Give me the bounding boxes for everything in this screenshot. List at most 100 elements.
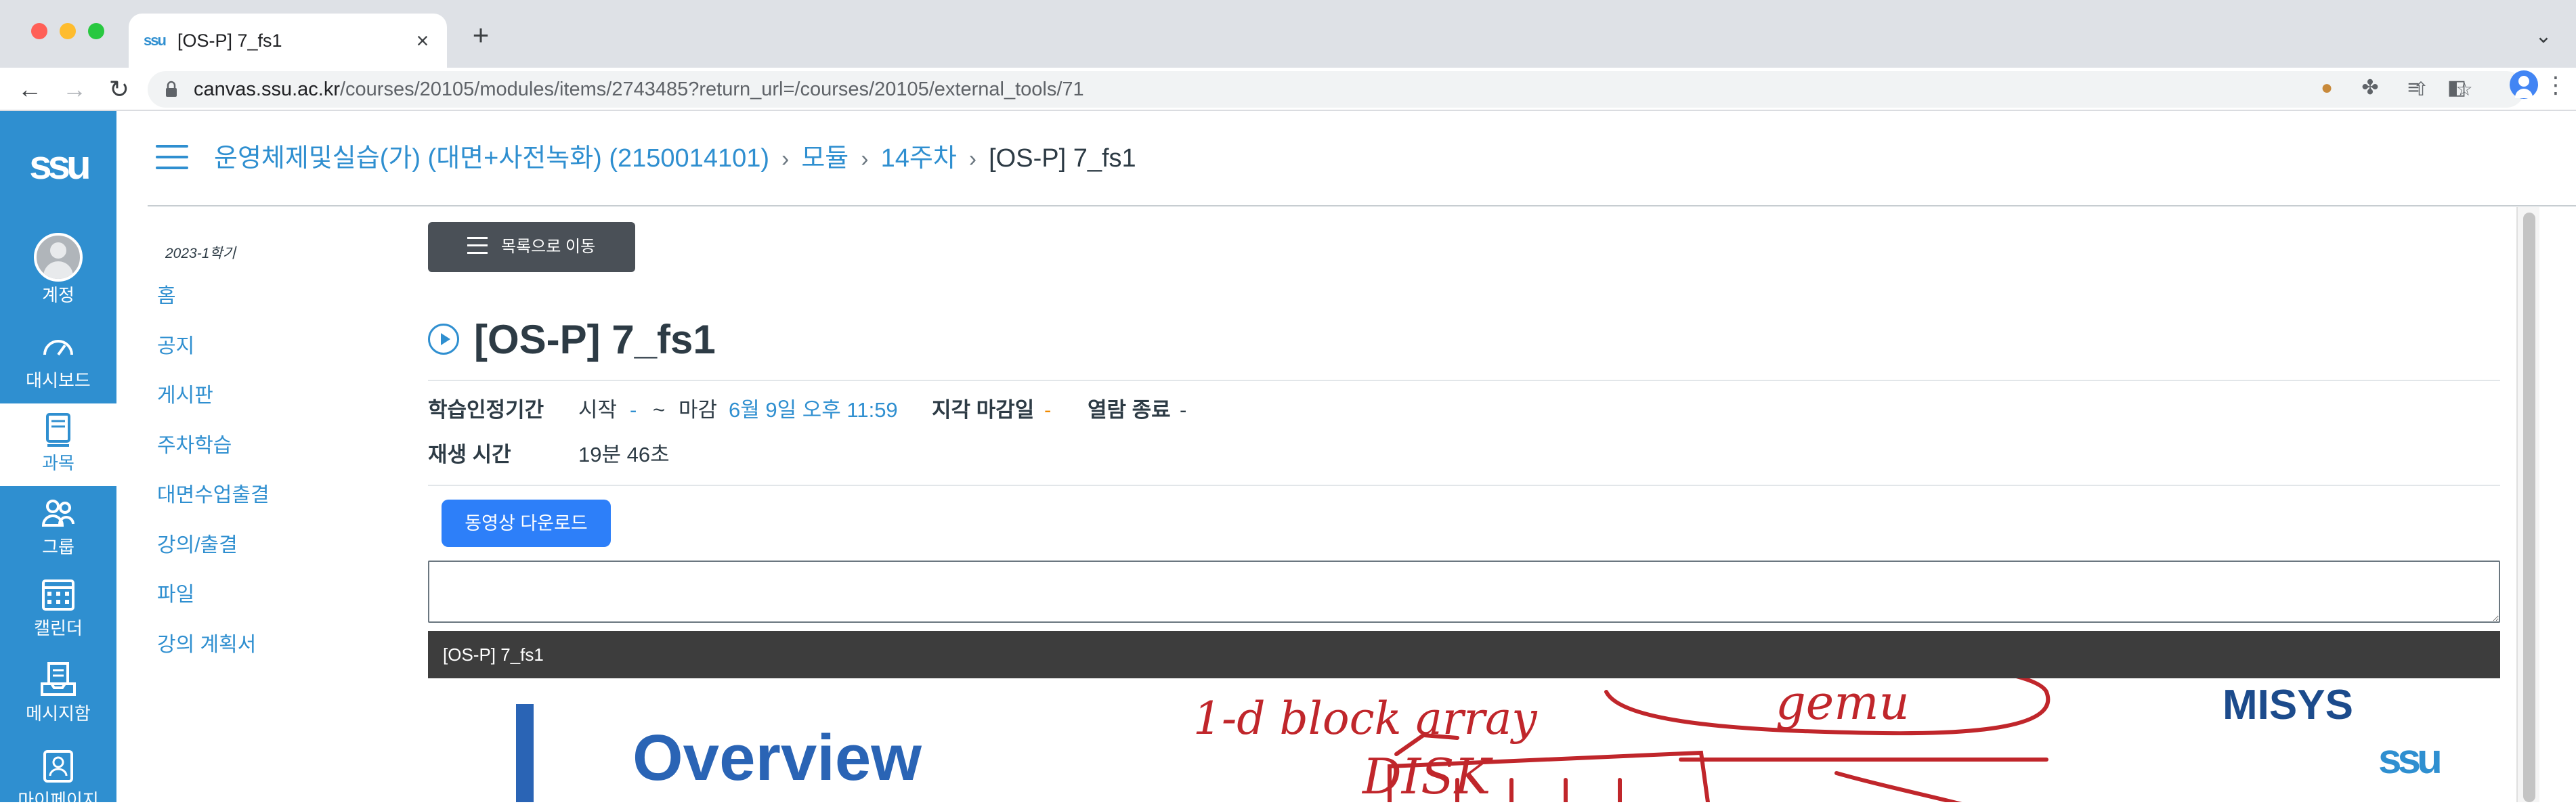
course-navigation: 홈 공지 게시판 주차학습 대면수업출결 강의/출결 파일 강의 계획서 bbox=[157, 284, 270, 682]
play-circle-icon bbox=[428, 324, 459, 355]
slide-heading: Overview bbox=[632, 722, 922, 794]
scrollbar-thumb[interactable] bbox=[2523, 213, 2535, 802]
memo-textarea[interactable] bbox=[428, 561, 2500, 623]
minimize-window-button[interactable] bbox=[60, 23, 76, 39]
global-nav-courses[interactable]: 과목 bbox=[0, 403, 116, 486]
global-nav-label: 메시지함 bbox=[26, 703, 91, 724]
global-nav-calendar[interactable]: 캘린더 bbox=[0, 574, 116, 639]
reload-icon[interactable]: ↻ bbox=[102, 72, 137, 107]
chevron-right-icon: › bbox=[861, 146, 869, 172]
mypage-icon bbox=[43, 750, 73, 783]
annotation-text: gemu bbox=[1776, 678, 1910, 730]
close-view-label: 열람 종료 bbox=[1088, 398, 1171, 422]
lecture-slide: Overview MISYS ssu 1-d block array gemu … bbox=[428, 655, 2500, 802]
chevron-right-icon: › bbox=[968, 146, 977, 172]
browser-tab-active[interactable]: ssu [OS-P] 7_fs1 × bbox=[129, 14, 447, 68]
term-label: 2023-1학기 bbox=[165, 246, 236, 261]
annotation-text: 1-d block array bbox=[1193, 693, 1537, 745]
global-nav-label: 캘린더 bbox=[34, 618, 83, 638]
close-window-button[interactable] bbox=[31, 23, 47, 39]
tab-title: [OS-P] 7_fs1 bbox=[177, 30, 282, 51]
due-label: 마감 bbox=[679, 398, 718, 422]
video-player[interactable]: [OS-P] 7_fs1 Overview MISYS ssu 1-d bloc… bbox=[428, 631, 2500, 802]
back-to-list-label: 목록으로 이동 bbox=[501, 238, 596, 256]
global-navigation: ssu 계정 대시보드 과목 그룹 캘린더 메시지함 마이페이지 bbox=[0, 111, 116, 810]
breadcrumb-current: [OS-P] 7_fs1 bbox=[989, 144, 1136, 173]
breadcrumb-course[interactable]: 운영체제및실습(가) (대면+사전녹화) (2150014101) bbox=[214, 144, 769, 173]
header-divider bbox=[148, 205, 2576, 206]
slide-logo-sub: ssu bbox=[2378, 736, 2440, 783]
course-nav-home[interactable]: 홈 bbox=[157, 284, 270, 334]
late-due-label: 지각 마감일 bbox=[932, 398, 1035, 422]
breadcrumb-modules[interactable]: 모듈 bbox=[801, 144, 849, 173]
start-label: 시작 bbox=[578, 398, 618, 422]
player-title-bar: [OS-P] 7_fs1 bbox=[428, 631, 2500, 678]
chevron-right-icon: › bbox=[781, 146, 790, 172]
global-nav-label: 그룹 bbox=[42, 537, 74, 557]
global-nav-label: 대시보드 bbox=[26, 370, 91, 391]
course-nav-files[interactable]: 파일 bbox=[157, 583, 270, 633]
global-nav-mypage[interactable]: 마이페이지 bbox=[0, 746, 116, 811]
forward-arrow-icon[interactable]: → bbox=[57, 72, 92, 107]
browser-tabstrip: ssu [OS-P] 7_fs1 × + ⌄ bbox=[0, 0, 2576, 68]
chevron-down-icon[interactable]: ⌄ bbox=[2530, 23, 2557, 50]
global-nav-label: 마이페이지 bbox=[18, 790, 99, 810]
ssu-favicon-icon: ssu bbox=[144, 32, 167, 49]
divider bbox=[428, 485, 2500, 486]
more-menu-icon[interactable]: ⋮ bbox=[2542, 70, 2569, 100]
address-bar[interactable]: canvas.ssu.ac.kr/courses/20105/modules/i… bbox=[148, 71, 2525, 108]
divider bbox=[428, 380, 2500, 381]
course-nav-lectures[interactable]: 강의/출결 bbox=[157, 533, 270, 584]
playtime-value: 19분 46초 bbox=[578, 443, 670, 466]
global-nav-label: 계정 bbox=[42, 285, 74, 305]
ssu-logo[interactable]: ssu bbox=[0, 138, 116, 192]
video-download-button[interactable]: 동영상 다운로드 bbox=[442, 500, 611, 547]
global-nav-groups[interactable]: 그룹 bbox=[0, 493, 116, 558]
maximize-window-button[interactable] bbox=[88, 23, 104, 39]
cookie-extension-icon[interactable]: ● bbox=[2313, 74, 2340, 102]
course-nav-syllabus[interactable]: 강의 계획서 bbox=[157, 633, 270, 683]
content-scrollbar[interactable] bbox=[2516, 207, 2539, 802]
late-due-value: - bbox=[1044, 398, 1052, 422]
playtime-label: 재생 시간 bbox=[428, 443, 511, 466]
due-value: 6월 9일 오후 11:59 bbox=[729, 398, 898, 422]
global-nav-label: 과목 bbox=[42, 453, 74, 473]
lock-icon bbox=[166, 81, 177, 97]
profile-avatar-icon[interactable] bbox=[2510, 70, 2538, 99]
global-nav-dashboard[interactable]: 대시보드 bbox=[0, 326, 116, 391]
dashboard-icon bbox=[43, 340, 73, 356]
list-icon bbox=[467, 237, 488, 256]
course-nav-attendance[interactable]: 대면수업출결 bbox=[157, 483, 270, 533]
side-panel-icon[interactable]: ◧ bbox=[2443, 74, 2470, 102]
course-nav-weekly-learning[interactable]: 주차학습 bbox=[157, 434, 270, 484]
close-view-value: - bbox=[1180, 398, 1187, 422]
breadcrumb: 운영체제및실습(가) (대면+사전녹화) (2150014101) › 모듈 › 14주… bbox=[214, 142, 1136, 175]
global-nav-account[interactable]: 계정 bbox=[0, 233, 116, 306]
breadcrumb-week[interactable]: 14주차 bbox=[881, 144, 957, 173]
course-menu-toggle-icon[interactable] bbox=[156, 145, 188, 173]
tab-close-icon[interactable]: × bbox=[410, 28, 435, 53]
player-title: [OS-P] 7_fs1 bbox=[443, 644, 544, 665]
slide-canvas: Overview MISYS ssu 1-d block array gemu … bbox=[516, 655, 2444, 802]
browser-toolbar: ← → ↻ canvas.ssu.ac.kr/courses/20105/mod… bbox=[0, 68, 2576, 111]
back-arrow-icon[interactable]: ← bbox=[12, 72, 47, 107]
start-value: - bbox=[630, 398, 637, 422]
annotation-text: DISK bbox=[1361, 748, 1493, 802]
inbox-icon bbox=[41, 662, 76, 696]
groups-icon bbox=[41, 500, 74, 527]
account-avatar-icon bbox=[34, 233, 83, 282]
period-label: 학습인정기간 bbox=[428, 398, 544, 422]
calendar-icon bbox=[42, 579, 74, 611]
puzzle-extension-icon[interactable]: ✤ bbox=[2357, 74, 2384, 102]
url-text: canvas.ssu.ac.kr/courses/20105/modules/i… bbox=[194, 79, 1084, 100]
course-nav-announcements[interactable]: 공지 bbox=[157, 334, 270, 385]
slide-logo: MISYS bbox=[2223, 682, 2353, 728]
course-nav-discussions[interactable]: 게시판 bbox=[157, 384, 270, 434]
tilde-separator: ~ bbox=[653, 398, 666, 422]
new-tab-icon[interactable]: + bbox=[467, 21, 494, 49]
media-queue-icon[interactable]: ≡ bbox=[2400, 74, 2427, 102]
back-to-list-button[interactable]: 목록으로 이동 bbox=[428, 222, 635, 272]
courses-book-icon bbox=[46, 413, 70, 447]
global-nav-inbox[interactable]: 메시지함 bbox=[0, 659, 116, 724]
page-title: [OS-P] 7_fs1 bbox=[474, 317, 716, 362]
